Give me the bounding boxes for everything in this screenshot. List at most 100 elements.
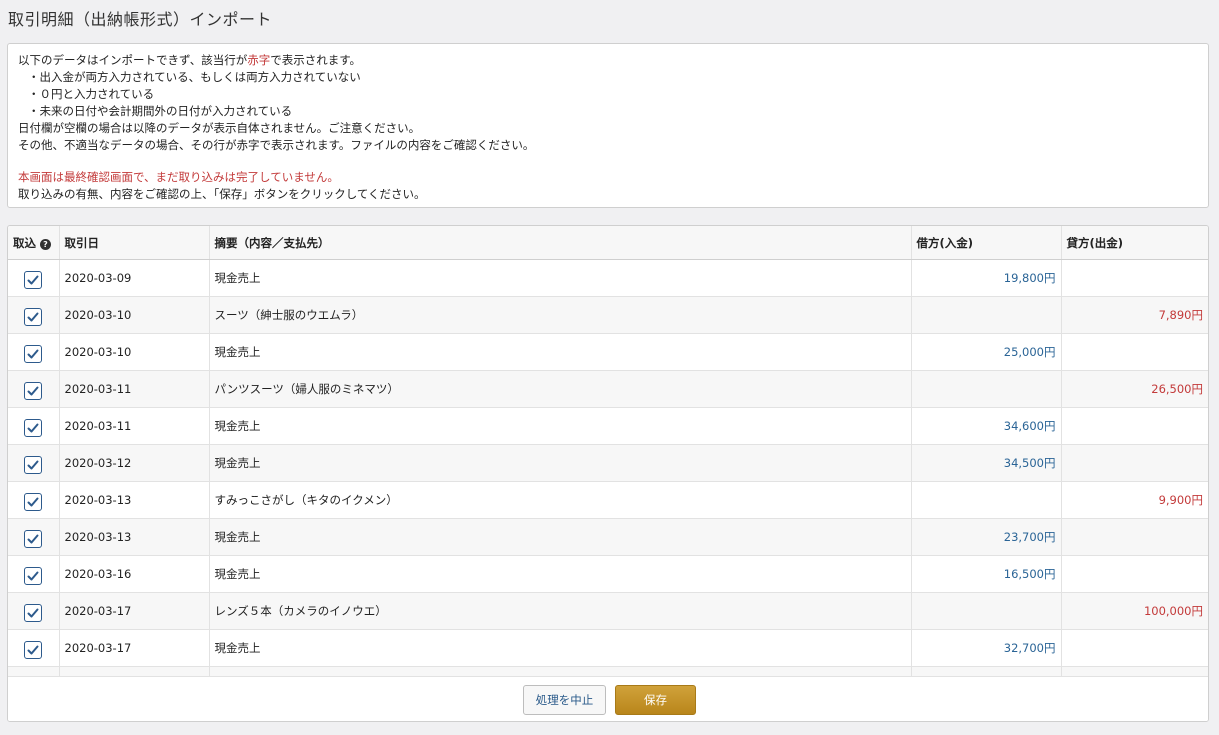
- credit-cell: 100,000円: [1061, 592, 1208, 630]
- debit-cell: [911, 592, 1062, 630]
- description-cell-value: すみっこさがし（キタのイクメン）: [214, 493, 398, 507]
- import-cell: [8, 370, 60, 408]
- debit-cell-value: 32,700円: [1003, 641, 1056, 655]
- date-cell-value: 2020-03-17: [64, 604, 132, 618]
- notice-red-word: 赤字: [247, 53, 271, 67]
- notice-warning: 本画面は最終確認画面で、まだ取り込みは完了していません。: [18, 170, 339, 184]
- credit-cell: 7,890円: [1061, 296, 1208, 334]
- debit-cell: 32,700円: [911, 629, 1062, 667]
- table-row: 2020-03-09 現金売上 19,800円: [8, 259, 1208, 297]
- import-checkbox[interactable]: [24, 455, 43, 474]
- checkmark-icon: [27, 534, 39, 543]
- debit-cell: [911, 370, 1062, 408]
- import-notice: 以下のデータはインポートできず、該当行が赤字で表示されます。 ・出入金が両方入力…: [7, 43, 1209, 208]
- table-row: 2020-03-11 現金売上 34,600円: [8, 407, 1208, 445]
- debit-cell-value: 34,600円: [1003, 419, 1056, 433]
- description-cell: 現金売上: [209, 518, 912, 556]
- description-cell-value: 現金売上: [214, 530, 261, 544]
- checkmark-icon: [27, 349, 39, 358]
- debit-cell: 19,800円: [911, 259, 1062, 297]
- import-cell: [8, 518, 60, 556]
- credit-cell: [1061, 518, 1208, 556]
- table-row: 2020-03-17 レンズ５本（カメラのイノウエ） 100,000円: [8, 592, 1208, 630]
- debit-cell: 25,000円: [911, 333, 1062, 371]
- date-cell-value: 2020-03-13: [64, 530, 132, 544]
- description-cell: 現金売上: [209, 555, 912, 593]
- import-checkbox[interactable]: [24, 270, 43, 289]
- save-button[interactable]: 保存: [615, 685, 696, 715]
- table-row: 2020-03-13 すみっこさがし（キタのイクメン） 9,900円: [8, 481, 1208, 519]
- page-title: 取引明細（出納帳形式）インポート: [8, 10, 273, 29]
- import-cell: [8, 407, 60, 445]
- date-cell-value: 2020-03-17: [64, 641, 132, 655]
- date-cell-value: 2020-03-11: [64, 419, 132, 433]
- import-cell: [8, 555, 60, 593]
- date-cell-value: 2020-03-11: [64, 382, 132, 396]
- credit-cell: [1061, 629, 1208, 667]
- table-scroll-area[interactable]: 取込? 取引日 摘要（内容／支払先） 借方(入金) 貸方(出金) 2020-03…: [8, 226, 1208, 676]
- credit-cell-value: 26,500円: [1151, 382, 1203, 396]
- cancel-button[interactable]: 処理を中止: [523, 685, 606, 715]
- transactions-table: 取込? 取引日 摘要（内容／支払先） 借方(入金) 貸方(出金) 2020-03…: [8, 226, 1208, 676]
- import-cell: [8, 629, 60, 667]
- debit-cell: [911, 296, 1062, 334]
- header-import: 取込?: [8, 226, 60, 260]
- date-cell-value: 2020-03-12: [64, 456, 132, 470]
- notice-text: 以下のデータはインポートできず、該当行が: [18, 53, 248, 67]
- date-cell: 2020-03-10: [59, 296, 210, 334]
- date-cell: 2020-03-09: [59, 259, 210, 297]
- date-cell-value: 2020-03-10: [64, 308, 132, 322]
- import-checkbox[interactable]: [24, 344, 43, 363]
- import-checkbox[interactable]: [24, 603, 43, 622]
- date-cell: 2020-03-13: [59, 481, 210, 519]
- date-cell: [59, 666, 210, 676]
- notice-other: その他、不適当なデータの場合、その行が赤字で表示されます。ファイルの内容をご確認…: [18, 138, 535, 152]
- description-cell: 現金売上: [209, 259, 912, 297]
- description-cell-value: 現金売上: [214, 641, 261, 655]
- table-row: 2020-03-12 現金売上 34,500円: [8, 444, 1208, 482]
- header-description: 摘要（内容／支払先）: [209, 226, 912, 260]
- question-circle-icon[interactable]: ?: [40, 238, 51, 250]
- table-header-row: 取込? 取引日 摘要（内容／支払先） 借方(入金) 貸方(出金): [8, 226, 1208, 260]
- description-cell: 現金売上: [209, 444, 912, 482]
- credit-cell: [1061, 555, 1208, 593]
- import-cell: [8, 444, 60, 482]
- description-cell-value: レンズ５本（カメラのイノウエ）: [214, 604, 387, 618]
- table-row: 2020-03-11 パンツスーツ（婦人服のミネマツ） 26,500円: [8, 370, 1208, 408]
- date-cell: 2020-03-16: [59, 555, 210, 593]
- debit-cell: 34,500円: [911, 444, 1062, 482]
- import-checkbox[interactable]: [24, 529, 43, 548]
- import-checkbox[interactable]: [24, 418, 43, 437]
- description-cell: [209, 666, 912, 676]
- debit-cell: [911, 666, 1062, 676]
- credit-cell: 9,900円: [1061, 481, 1208, 519]
- checkmark-icon: [27, 497, 39, 506]
- description-cell: スーツ（紳士服のウエムラ）: [209, 296, 912, 334]
- checkmark-icon: [27, 460, 39, 469]
- credit-cell: [1061, 333, 1208, 371]
- description-cell-value: 現金売上: [214, 456, 261, 470]
- description-cell: 現金売上: [209, 333, 912, 371]
- description-cell-value: パンツスーツ（婦人服のミネマツ）: [214, 382, 399, 396]
- description-cell-value: スーツ（紳士服のウエムラ）: [214, 308, 364, 322]
- debit-cell: [911, 481, 1062, 519]
- import-checkbox[interactable]: [24, 307, 43, 326]
- credit-cell: [1061, 407, 1208, 445]
- date-cell: 2020-03-11: [59, 370, 210, 408]
- date-cell-value: 2020-03-10: [64, 345, 132, 359]
- table-row: [8, 666, 1208, 676]
- checkmark-icon: [27, 275, 39, 284]
- notice-text: で表示されます。: [270, 53, 362, 67]
- import-checkbox[interactable]: [24, 640, 43, 659]
- credit-cell-value: 9,900円: [1158, 493, 1203, 507]
- credit-cell-value: 7,890円: [1158, 308, 1203, 322]
- date-cell: 2020-03-13: [59, 518, 210, 556]
- description-cell-value: 現金売上: [214, 271, 261, 285]
- date-cell-value: 2020-03-09: [64, 271, 132, 285]
- import-checkbox[interactable]: [24, 492, 43, 511]
- import-checkbox[interactable]: [24, 566, 43, 585]
- import-checkbox[interactable]: [24, 381, 43, 400]
- notice-bullet: ・０円と入力されている: [28, 87, 155, 101]
- date-cell: 2020-03-11: [59, 407, 210, 445]
- checkmark-icon: [27, 423, 39, 432]
